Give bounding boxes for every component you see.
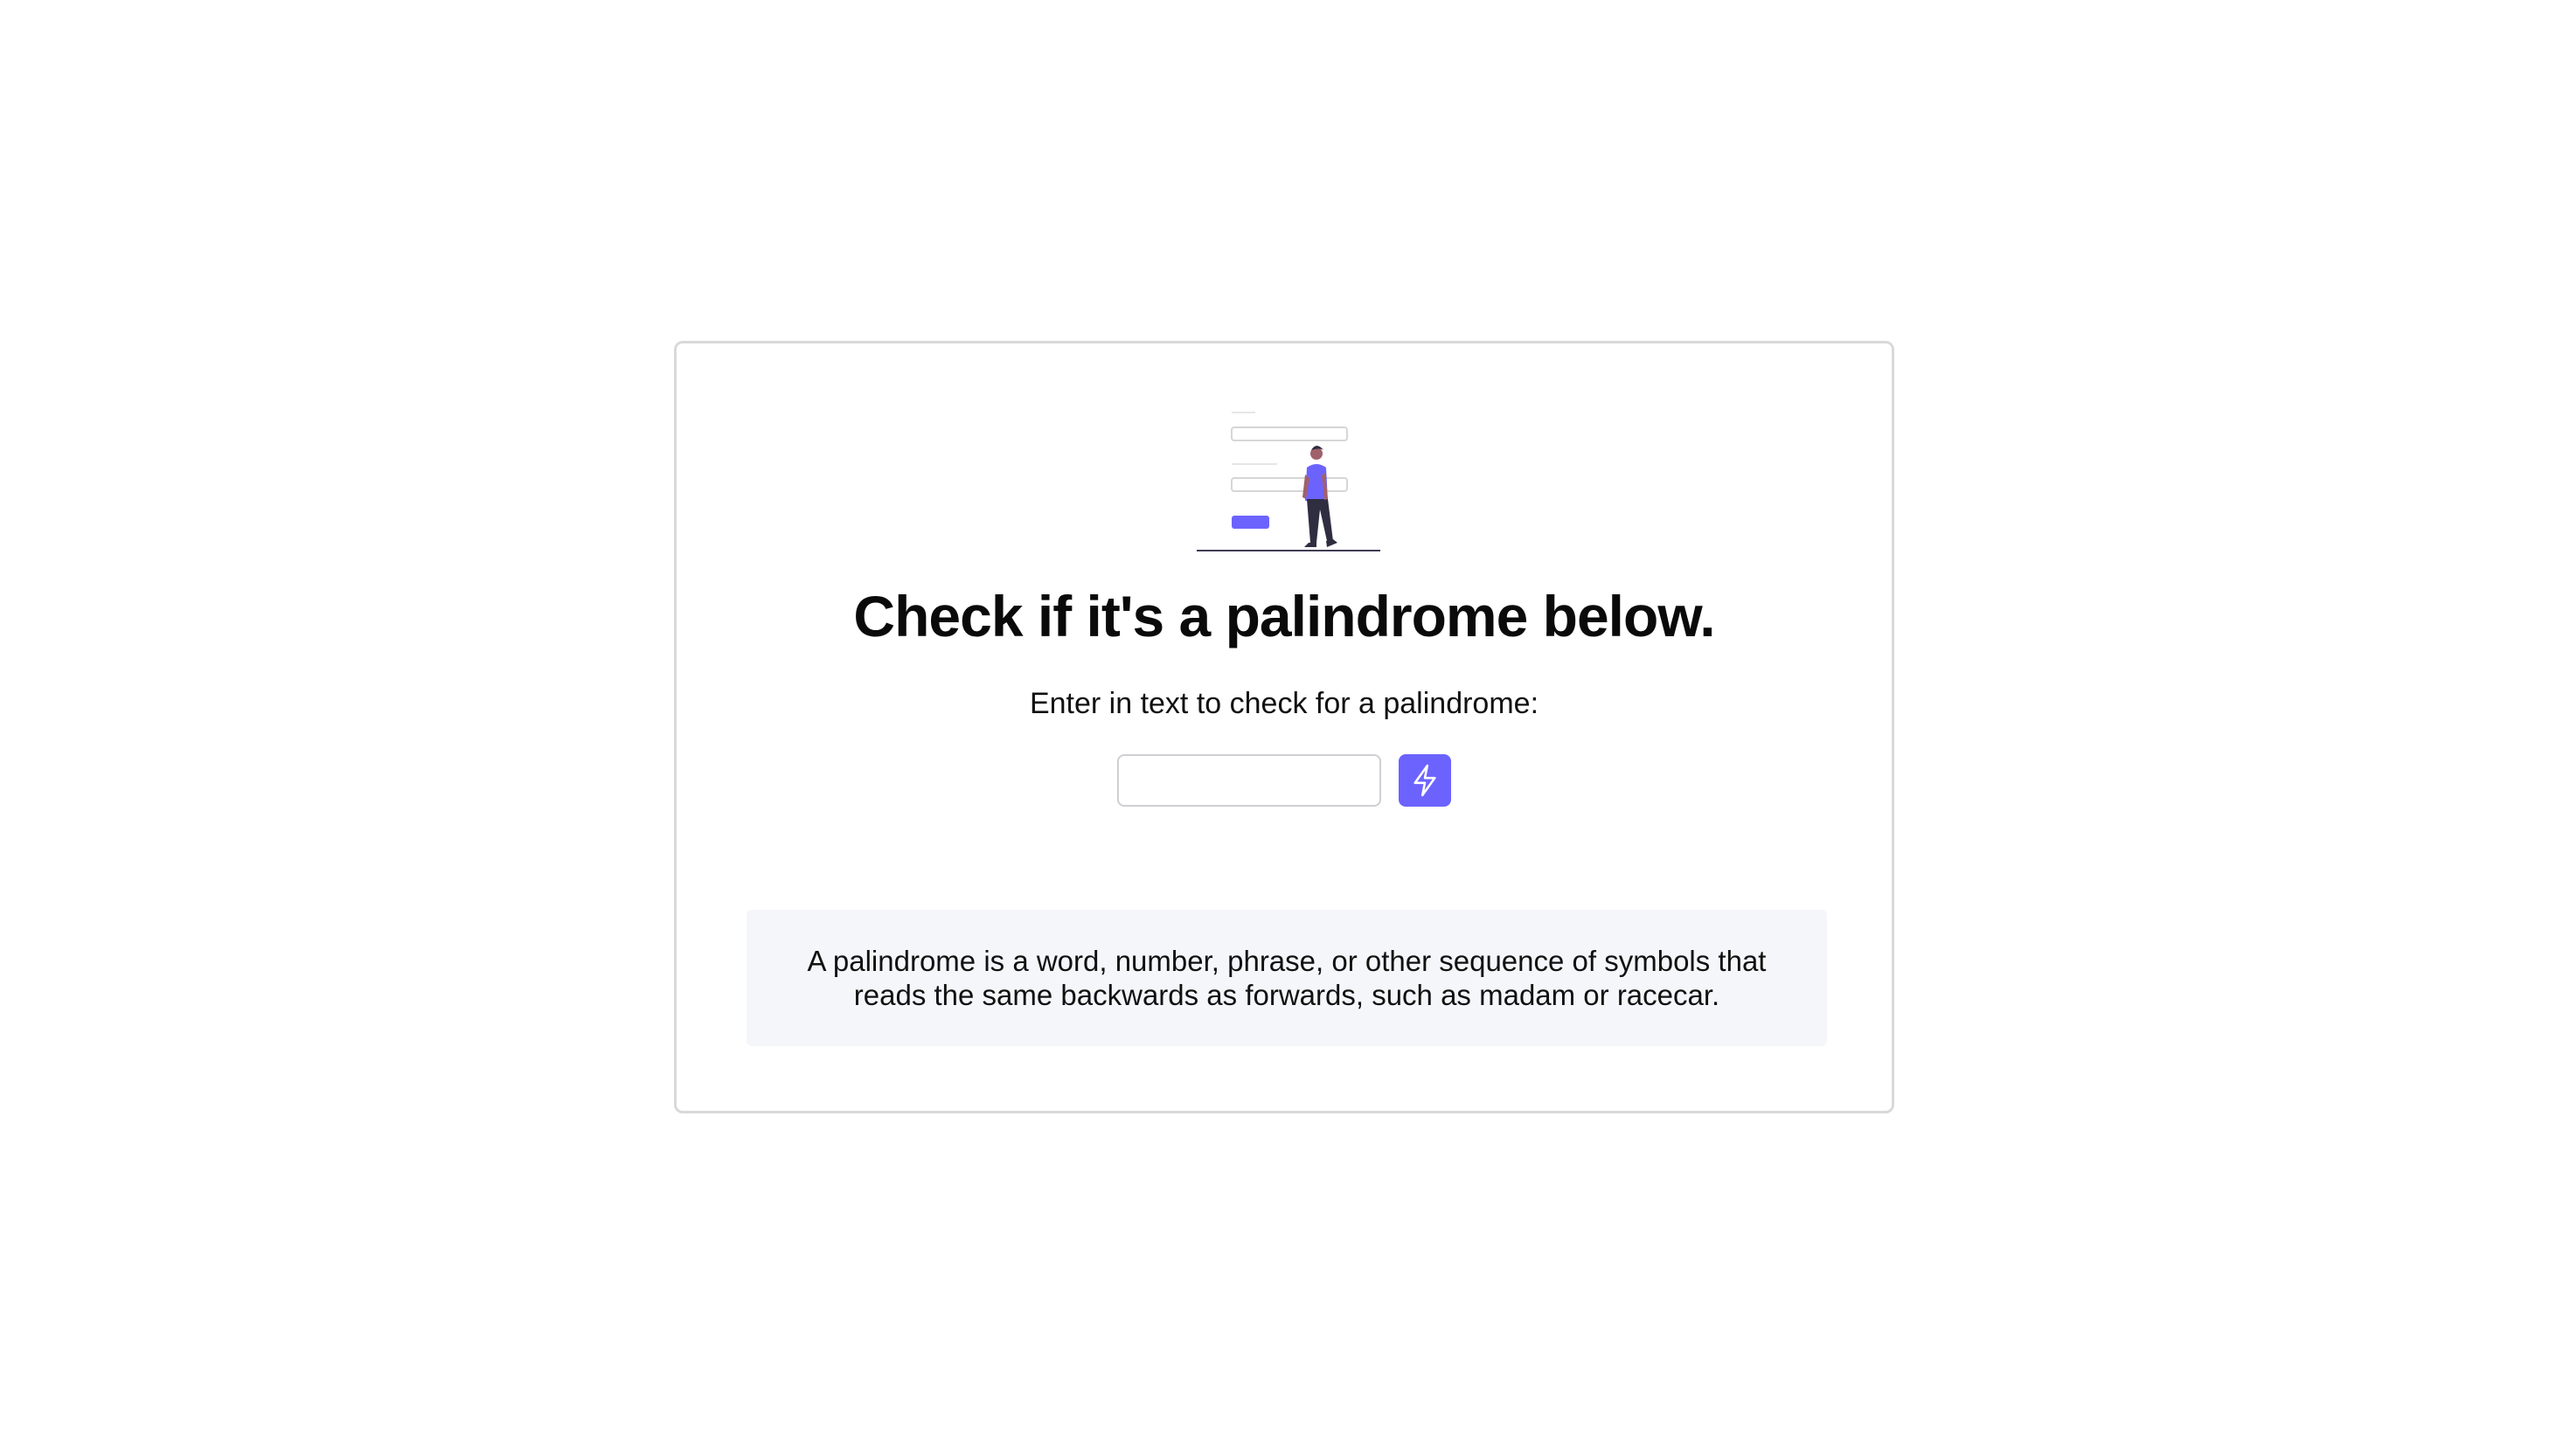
input-prompt: Enter in text to check for a palindrome:	[1029, 687, 1539, 720]
lightning-bolt-icon	[1414, 764, 1436, 797]
page: Check if it's a palindrome below. Enter …	[0, 0, 2570, 1456]
check-palindrome-button[interactable]	[1399, 754, 1451, 807]
palindrome-definition-box: A palindrome is a word, number, phrase, …	[747, 910, 1827, 1046]
input-row	[677, 754, 1892, 808]
form-illustration	[1197, 412, 1380, 551]
palindrome-card: Check if it's a palindrome below. Enter …	[674, 341, 1894, 1113]
page-title: Check if it's a palindrome below.	[853, 584, 1715, 648]
palindrome-definition-text: A palindrome is a word, number, phrase, …	[807, 945, 1767, 1011]
palindrome-text-input[interactable]	[1117, 754, 1381, 807]
